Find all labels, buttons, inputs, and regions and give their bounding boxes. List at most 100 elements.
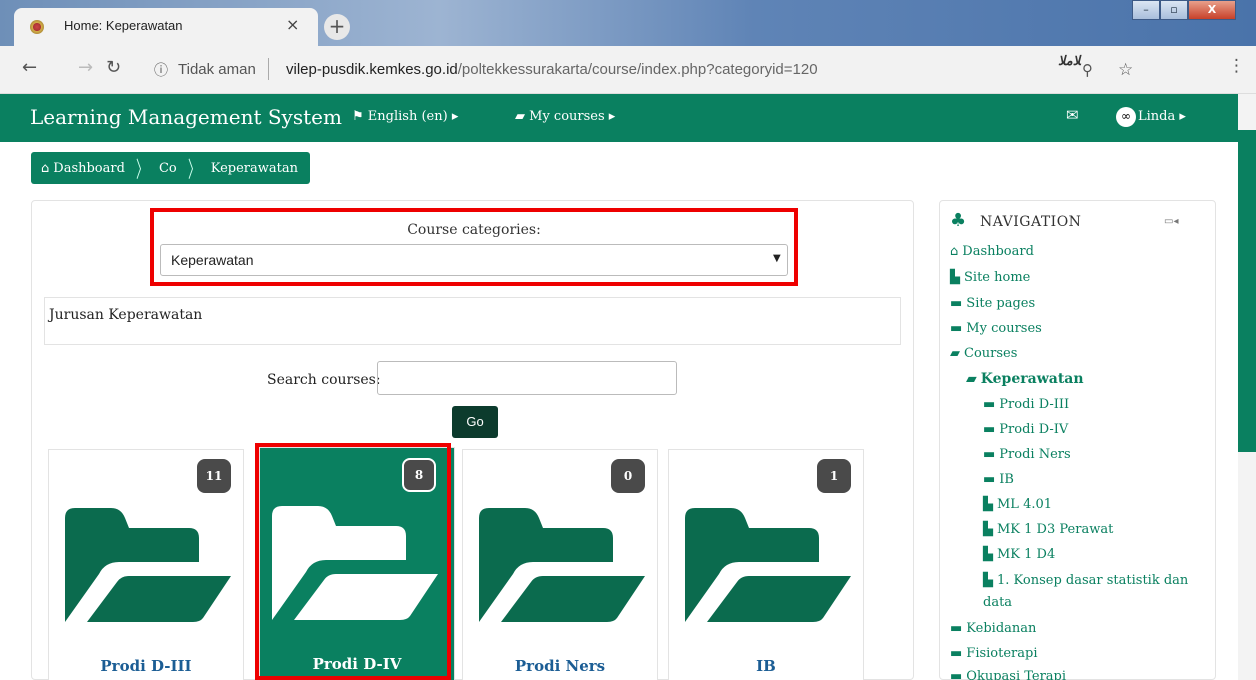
nav-item-konsep-dasar-statistik-cont[interactable]: data (983, 595, 1012, 610)
nav-item-prodi-d-iv[interactable]: ▬ Prodi D-IV (983, 422, 1068, 437)
address-bar[interactable]: ⓘ Tidak aman vilep-pusdik.kemkes.go.id/p… (150, 53, 1180, 87)
category-tile-prodi-d-iii[interactable]: 11 Prodi D-III (48, 449, 244, 680)
security-label: Tidak aman (178, 61, 256, 78)
zoom-icon[interactable]: ⚲ (1082, 61, 1093, 79)
home-icon: ⌂ (950, 244, 959, 259)
tab-close-button[interactable]: × (286, 15, 299, 34)
course-count-badge: 11 (197, 459, 231, 493)
category-tile-ib[interactable]: 1 IB (668, 449, 864, 680)
extension-icon[interactable]: ﻼﻣﻼ (1058, 54, 1080, 69)
folder-icon: ▬ (983, 447, 996, 462)
maximize-button[interactable]: ▫ (1160, 0, 1188, 20)
nav-item-mk-1-d4[interactable]: ▙ MK 1 D4 (983, 547, 1055, 562)
nav-label: 1. Konsep dasar statistik dan (997, 573, 1189, 588)
go-button[interactable]: Go (452, 406, 498, 438)
back-arrow-icon[interactable]: ← (22, 57, 37, 78)
url-path: /poltekkessurakarta/course/index.php?cat… (457, 61, 818, 78)
window-controls: – ▫ X (1132, 0, 1236, 22)
nav-label: IB (999, 472, 1014, 487)
category-description: Jurusan Keperawatan (44, 297, 901, 345)
user-avatar[interactable]: ∞ (1116, 107, 1136, 127)
block-controls-icon[interactable]: ▭◂ (1164, 216, 1178, 227)
tile-name[interactable]: Prodi Ners (463, 657, 657, 675)
search-input[interactable] (377, 361, 677, 395)
nav-label: My courses (966, 321, 1042, 336)
nav-item-okupasi-terapi[interactable]: ▬ Okupasi Terapi (950, 669, 1066, 680)
menu-kebab-icon[interactable]: ⋮ (1228, 56, 1245, 76)
file-icon: ▙ (983, 573, 993, 588)
new-tab-button[interactable]: + (324, 14, 350, 40)
nav-item-prodi-d-iii[interactable]: ▬ Prodi D-III (983, 397, 1069, 412)
breadcrumb-dashboard[interactable]: Dashboard (53, 161, 125, 176)
folder-icon: ▬ (950, 296, 963, 311)
folder-open-icon: ▰ (950, 346, 960, 361)
browser-window: Home: Keperawatan × + – ▫ X ← → ↻ ⓘ Tida… (0, 0, 1256, 680)
file-icon: ▙ (983, 547, 993, 562)
close-window-button[interactable]: X (1188, 0, 1236, 20)
nav-item-courses[interactable]: ▰ Courses (950, 346, 1017, 361)
search-label: Search courses: (267, 372, 381, 388)
briefcase-icon: ▰ (515, 109, 530, 124)
file-icon: ▙ (983, 497, 993, 512)
category-tile-prodi-ners[interactable]: 0 Prodi Ners (462, 449, 658, 680)
breadcrumb-co[interactable]: Co (159, 161, 177, 176)
tile-name[interactable]: Prodi D-III (49, 657, 243, 675)
nav-label: Courses (964, 346, 1018, 361)
nav-label: Keperawatan (980, 371, 1084, 387)
nav-item-site-home[interactable]: ▙ Site home (950, 270, 1030, 285)
scrollbar-thumb[interactable] (1238, 130, 1256, 452)
nav-item-keperawatan[interactable]: ▰ Keperawatan (966, 371, 1084, 387)
folder-open-icon (65, 508, 231, 622)
nav-label: Kebidanan (966, 621, 1037, 636)
breadcrumb-separator: 〉 (187, 158, 200, 183)
nav-item-prodi-ners[interactable]: ▬ Prodi Ners (983, 447, 1071, 462)
folder-icon: ▬ (950, 621, 963, 636)
url-text[interactable]: vilep-pusdik.kemkes.go.id/poltekkessurak… (286, 61, 818, 78)
file-icon: ▙ (983, 522, 993, 537)
nav-item-ml-4-01[interactable]: ▙ ML 4.01 (983, 497, 1052, 512)
info-icon[interactable]: ⓘ (154, 60, 168, 80)
tab-title: Home: Keperawatan (64, 18, 183, 33)
nav-label: Dashboard (962, 244, 1034, 259)
nav-item-my-courses[interactable]: ▬ My courses (950, 321, 1042, 336)
my-courses-menu[interactable]: ▰ My courses ▸ (515, 109, 615, 124)
envelope-icon[interactable]: ✉ (1066, 106, 1079, 124)
tile-name[interactable]: IB (669, 657, 863, 675)
user-menu[interactable]: Linda ▸ (1138, 109, 1186, 124)
nav-label: Site home (964, 270, 1031, 285)
nav-item-dashboard[interactable]: ⌂ Dashboard (950, 244, 1034, 259)
nav-label: data (983, 595, 1013, 610)
folder-icon: ▬ (950, 669, 963, 680)
nav-item-fisioterapi[interactable]: ▬ Fisioterapi (950, 646, 1038, 661)
folder-icon: ▬ (983, 472, 996, 487)
site-brand[interactable]: Learning Management System (30, 105, 342, 129)
reload-icon[interactable]: ↻ (106, 57, 121, 78)
language-menu[interactable]: ⚑ English (en) ▸ (352, 109, 458, 124)
browser-tab[interactable]: Home: Keperawatan × (14, 8, 318, 46)
category-selected-value: Keperawatan (171, 252, 254, 268)
url-host: vilep-pusdik.kemkes.go.id (286, 61, 458, 78)
nav-item-kebidanan[interactable]: ▬ Kebidanan (950, 621, 1036, 636)
forward-arrow-icon[interactable]: → (78, 57, 93, 78)
nav-label: Prodi D-III (999, 397, 1070, 412)
favicon-icon (30, 20, 44, 34)
breadcrumb-keperawatan[interactable]: Keperawatan (211, 161, 298, 176)
title-bar: Home: Keperawatan × + – ▫ X (0, 0, 1256, 46)
flag-icon: ⚑ (352, 109, 368, 124)
nav-label: Prodi D-IV (999, 422, 1069, 437)
nav-label: Okupasi Terapi (966, 669, 1067, 680)
category-select[interactable]: Keperawatan ▼ (160, 244, 788, 276)
nav-label: Prodi Ners (999, 447, 1071, 462)
nav-label: Site pages (966, 296, 1036, 311)
bookmark-star-icon[interactable]: ☆ (1118, 60, 1133, 80)
nav-item-mk-1-d3-perawat[interactable]: ▙ MK 1 D3 Perawat (983, 522, 1113, 537)
nav-item-site-pages[interactable]: ▬ Site pages (950, 296, 1035, 311)
breadcrumb: ⌂ Dashboard 〉 Co 〉 Keperawatan (31, 152, 310, 184)
nav-item-konsep-dasar-statistik[interactable]: ▙ 1. Konsep dasar statistik dan (983, 573, 1188, 588)
minimize-button[interactable]: – (1132, 0, 1160, 20)
folder-icon: ▬ (983, 422, 996, 437)
folder-icon: ▬ (950, 646, 963, 661)
course-count-badge: 1 (817, 459, 851, 493)
nav-item-ib[interactable]: ▬ IB (983, 472, 1014, 487)
nav-label: MK 1 D3 Perawat (997, 522, 1114, 537)
